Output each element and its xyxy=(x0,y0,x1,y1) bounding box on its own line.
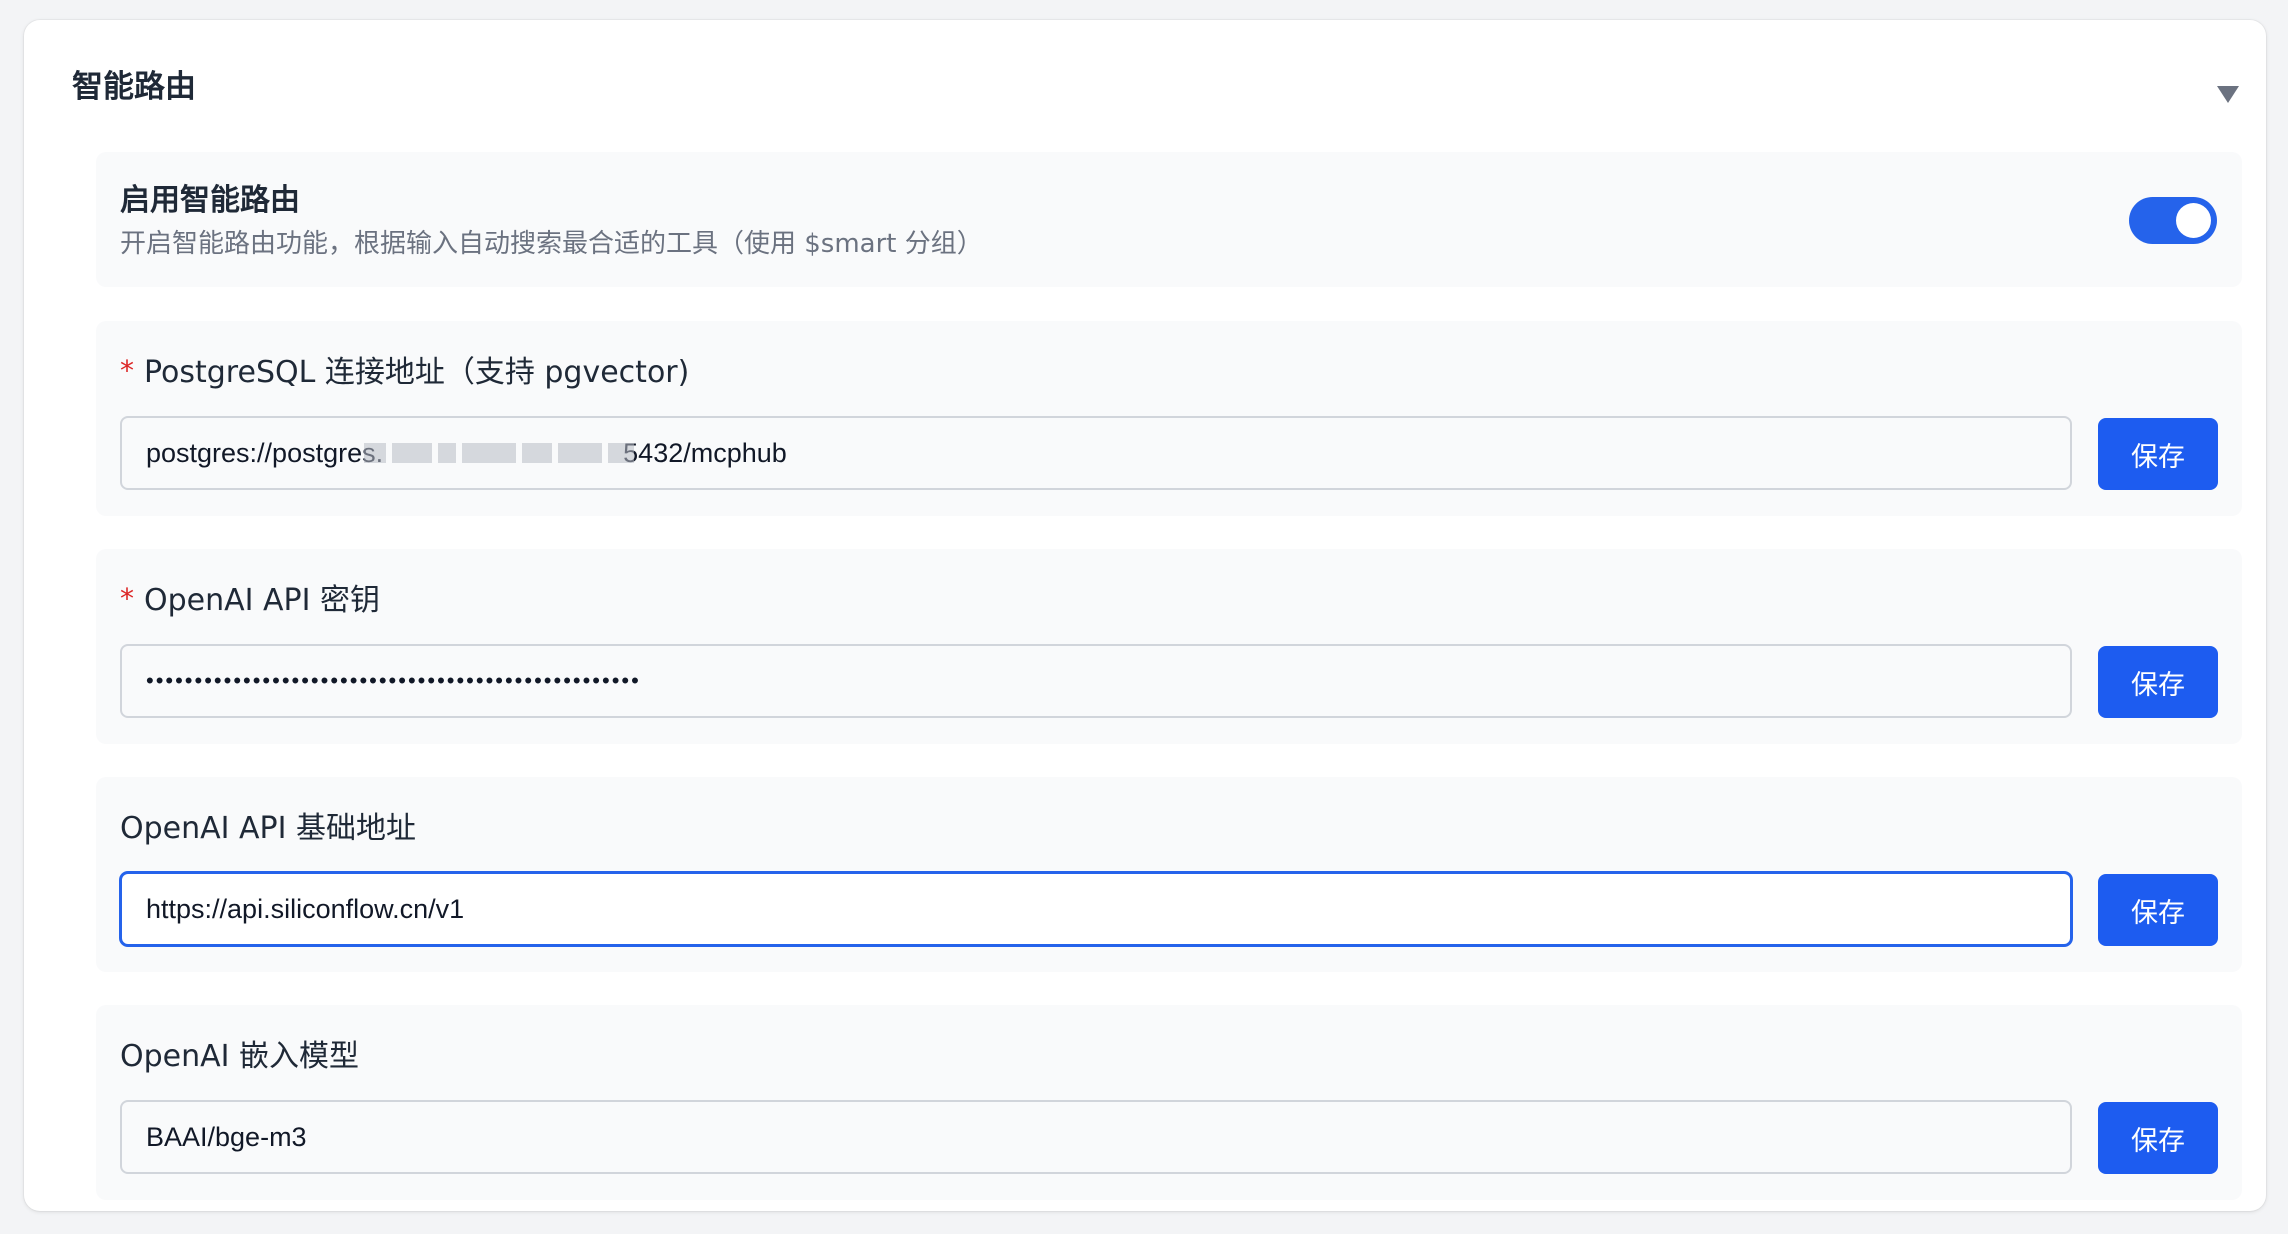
openai-api-key-section: * OpenAI API 密钥 保存 xyxy=(96,549,2242,744)
save-openai-api-key-button[interactable]: 保存 xyxy=(2098,646,2218,718)
enable-smart-routing-description: 开启智能路由功能，根据输入自动搜索最合适的工具（使用 $smart 分组） xyxy=(120,229,983,259)
enable-smart-routing-toggle[interactable] xyxy=(2129,197,2217,244)
openai-base-url-input[interactable] xyxy=(120,872,2072,946)
toggle-knob xyxy=(2176,203,2211,238)
openai-embedding-model-section: OpenAI 嵌入模型 保存 xyxy=(96,1005,2242,1200)
enable-smart-routing-title: 启用智能路由 xyxy=(120,183,300,218)
required-asterisk: * xyxy=(120,354,134,387)
panel-title: 智能路由 xyxy=(72,69,196,105)
save-openai-embedding-model-button[interactable]: 保存 xyxy=(2098,1102,2218,1174)
openai-api-key-label: * OpenAI API 密钥 xyxy=(120,583,381,618)
openai-base-url-section: OpenAI API 基础地址 保存 xyxy=(96,777,2242,972)
collapse-arrow-glyph xyxy=(2217,86,2239,103)
save-postgresql-url-button[interactable]: 保存 xyxy=(2098,418,2218,490)
smart-routing-panel: 智能路由 启用智能路由 开启智能路由功能，根据输入自动搜索最合适的工具（使用 $… xyxy=(24,20,2266,1211)
openai-embedding-model-input[interactable] xyxy=(120,1100,2072,1174)
save-openai-base-url-button[interactable]: 保存 xyxy=(2098,874,2218,946)
required-asterisk: * xyxy=(120,582,134,615)
openai-embedding-model-label: OpenAI 嵌入模型 xyxy=(120,1039,360,1074)
openai-api-key-input[interactable] xyxy=(120,644,2072,718)
openai-base-url-label: OpenAI API 基础地址 xyxy=(120,811,417,846)
postgresql-url-section: * PostgreSQL 连接地址（支持 pgvector) 保存 xyxy=(96,321,2242,516)
enable-smart-routing-section: 启用智能路由 开启智能路由功能，根据输入自动搜索最合适的工具（使用 $smart… xyxy=(96,152,2242,287)
postgresql-url-label-text: PostgreSQL 连接地址（支持 pgvector) xyxy=(144,355,690,390)
triangle-down-icon[interactable] xyxy=(2211,80,2245,108)
postgresql-url-label: * PostgreSQL 连接地址（支持 pgvector) xyxy=(120,355,690,390)
openai-api-key-label-text: OpenAI API 密钥 xyxy=(144,583,381,618)
postgresql-url-input[interactable] xyxy=(120,416,2072,490)
